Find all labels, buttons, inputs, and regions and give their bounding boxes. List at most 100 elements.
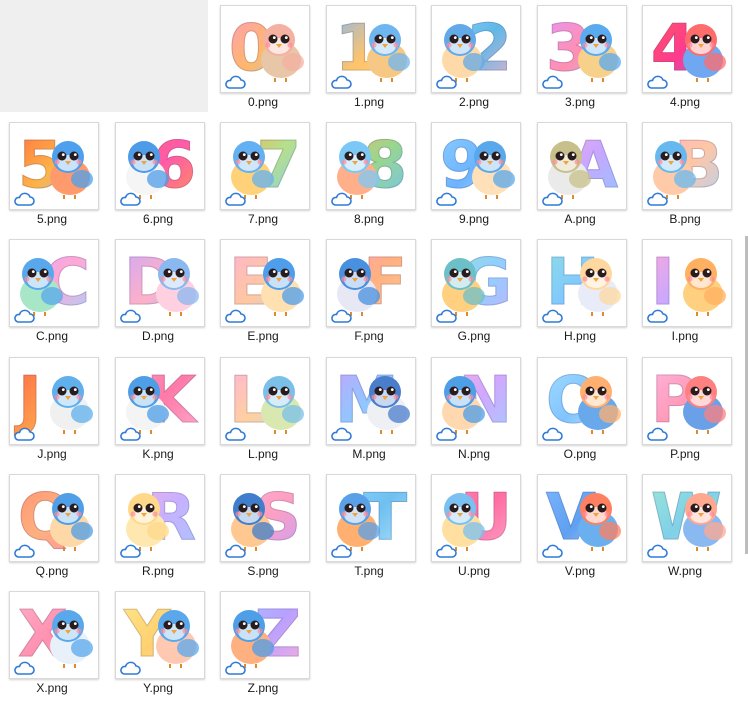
bird-illustration-icon [442,24,485,82]
file-thumbnail[interactable]: G [431,239,521,327]
bird-illustration-icon [337,141,380,199]
file-thumbnail[interactable]: M [326,357,416,445]
file-thumbnail[interactable]: S [220,474,310,562]
file-tile-S[interactable]: S S.png [211,469,315,581]
bird-illustration-icon [442,376,485,434]
bird-illustration-icon [367,376,410,434]
file-tile-J[interactable]: J J.png [0,352,104,464]
file-thumbnail[interactable]: E [220,239,310,327]
file-thumbnail[interactable]: H [537,239,627,327]
file-tile-C[interactable]: C C.png [0,234,104,346]
file-thumbnail[interactable]: O [537,357,627,445]
cloud-icon [436,427,457,441]
file-thumbnail[interactable]: K [115,357,205,445]
file-thumbnail[interactable]: B [642,122,732,210]
file-tile-W[interactable]: W W.png [633,469,737,581]
file-tile-5[interactable]: 5 5.png [0,117,104,229]
file-thumbnail[interactable]: W [642,474,732,562]
cloud-icon [14,309,35,323]
file-tile-B[interactable]: B B.png [633,117,737,229]
cloud-icon [331,75,352,89]
file-tile-7[interactable]: 7 7.png [211,117,315,229]
file-tile-Z[interactable]: Z Z.png [211,586,315,698]
file-tile-Q[interactable]: Q Q.png [0,469,104,581]
file-thumbnail[interactable]: Y [115,591,205,679]
file-tile-L[interactable]: L L.png [211,352,315,464]
cloud-icon [436,309,457,323]
file-tile-G[interactable]: G G.png [422,234,526,346]
file-thumbnail[interactable]: 5 [9,122,99,210]
file-tile-P[interactable]: P P.png [633,352,737,464]
file-tile-9[interactable]: 9 9.png [422,117,526,229]
cloud-icon [14,544,35,558]
file-thumbnail[interactable]: 2 [431,5,521,93]
file-thumbnail[interactable]: 6 [115,122,205,210]
file-thumbnail[interactable]: R [115,474,205,562]
file-tile-N[interactable]: N N.png [422,352,526,464]
file-thumbnail[interactable]: D [115,239,205,327]
cloud-icon [542,192,563,206]
file-thumbnail[interactable]: 9 [431,122,521,210]
file-tile-M[interactable]: M M.png [317,352,421,464]
cloud-icon [225,427,246,441]
file-tile-O[interactable]: O O.png [528,352,632,464]
file-tile-X[interactable]: X X.png [0,586,104,698]
file-thumbnail[interactable]: 7 [220,122,310,210]
file-tile-V[interactable]: V V.png [528,469,632,581]
file-name-label: A.png [564,212,596,226]
file-name-label: C.png [35,329,69,343]
file-tile-E[interactable]: E E.png [211,234,315,346]
file-thumbnail[interactable]: 3 [537,5,627,93]
file-thumbnail[interactable]: P [642,357,732,445]
file-thumbnail[interactable]: V [537,474,627,562]
file-tile-T[interactable]: T T.png [317,469,421,581]
file-name-label: 5.png [36,212,68,226]
file-tile-I[interactable]: I I.png [633,234,737,346]
file-name-label: F.png [354,329,384,343]
file-thumbnail[interactable]: 1 [326,5,416,93]
file-tile-Y[interactable]: Y Y.png [106,586,210,698]
file-tile-4[interactable]: 4 4.png [633,0,737,112]
file-name-label: J.png [37,447,67,461]
file-thumbnail[interactable]: N [431,357,521,445]
file-thumbnail[interactable]: C [9,239,99,327]
file-tile-3[interactable]: 3 3.png [528,0,632,112]
bird-illustration-icon [50,376,93,434]
cloud-icon [331,427,352,441]
bird-illustration-icon [442,493,485,551]
file-thumbnail[interactable]: Q [9,474,99,562]
file-thumbnail[interactable]: L [220,357,310,445]
file-tile-K[interactable]: K K.png [106,352,210,464]
file-thumbnail[interactable]: I [642,239,732,327]
bird-illustration-icon [126,376,169,434]
file-tile-R[interactable]: R R.png [106,469,210,581]
file-tile-U[interactable]: U U.png [422,469,526,581]
file-thumbnail[interactable]: 8 [326,122,416,210]
file-tile-8[interactable]: 8 8.png [317,117,421,229]
file-thumbnail[interactable]: J [9,357,99,445]
cloud-icon [14,427,35,441]
file-tile-1[interactable]: 1 1.png [317,0,421,112]
file-tile-6[interactable]: 6 6.png [106,117,210,229]
file-thumbnail[interactable]: A [537,122,627,210]
file-thumbnail[interactable]: F [326,239,416,327]
file-tile-A[interactable]: A A.png [528,117,632,229]
cloud-icon [436,75,457,89]
file-thumbnail[interactable]: 4 [642,5,732,93]
file-thumbnail[interactable]: U [431,474,521,562]
file-tile-D[interactable]: D D.png [106,234,210,346]
bird-illustration-icon [337,258,380,316]
file-name-label: 9.png [458,212,490,226]
file-thumbnail[interactable]: 0 [220,5,310,93]
file-thumbnail[interactable]: Z [220,591,310,679]
file-thumbnail[interactable]: X [9,591,99,679]
file-tile-F[interactable]: F F.png [317,234,421,346]
file-tile-H[interactable]: H H.png [528,234,632,346]
file-thumbnail[interactable]: T [326,474,416,562]
cloud-icon [225,661,246,675]
cloud-icon [542,544,563,558]
bird-illustration-icon [50,610,93,668]
file-tile-0[interactable]: 0 0.png [211,0,315,112]
file-tile-2[interactable]: 2 2.png [422,0,526,112]
file-name-label: 2.png [458,95,490,109]
